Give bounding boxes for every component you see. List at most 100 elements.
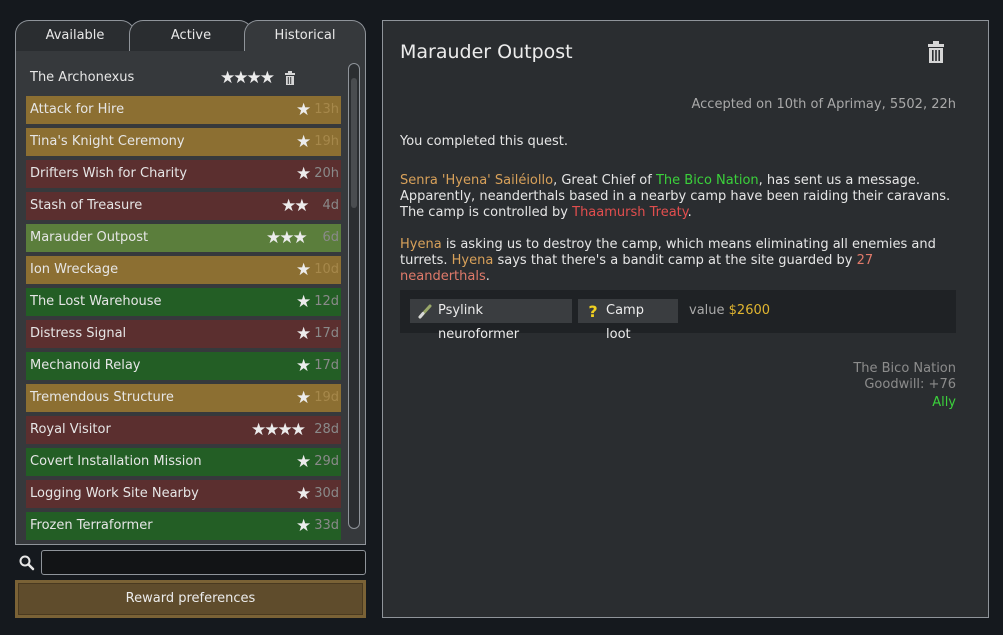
quest-name: Drifters Wish for Charity bbox=[30, 166, 188, 181]
search-input[interactable] bbox=[41, 550, 366, 575]
quest-row[interactable]: Marauder Outpost ★★★ 6d bbox=[26, 224, 341, 252]
tab-available[interactable]: Available bbox=[15, 20, 135, 52]
star-rating-icon: ★★ bbox=[281, 196, 310, 216]
star-rating-icon: ★★★★ bbox=[220, 68, 275, 88]
quest-name: The Archonexus bbox=[30, 70, 135, 85]
star-rating-icon: ★ bbox=[296, 260, 311, 280]
quest-description-1: Senra 'Hyena' Sailéiollo, Great Chief of… bbox=[400, 173, 960, 221]
quest-name: Attack for Hire bbox=[30, 102, 125, 117]
quest-row[interactable]: The Archonexus ★★★★ bbox=[26, 64, 341, 92]
quest-time: 13h bbox=[314, 102, 339, 117]
quest-row[interactable]: Mechanoid Relay ★ 17d bbox=[26, 352, 341, 380]
quest-time: 30d bbox=[314, 486, 339, 501]
quest-name: Logging Work Site Nearby bbox=[30, 486, 199, 501]
quest-list: The Archonexus ★★★★ Attack for Hire ★ 13h Tin… bbox=[26, 64, 341, 544]
quest-row[interactable]: Stash of Treasure ★★ 4d bbox=[26, 192, 341, 220]
quest-row[interactable]: Tremendous Structure ★ 19d bbox=[26, 384, 341, 412]
star-rating-icon: ★ bbox=[296, 292, 311, 312]
star-rating-icon: ★ bbox=[296, 356, 311, 376]
enemy-faction-name: Thaamursh Treaty bbox=[572, 205, 688, 220]
trash-icon[interactable] bbox=[926, 40, 946, 64]
quest-time: 6d bbox=[322, 230, 339, 245]
star-rating-icon: ★ bbox=[296, 164, 311, 184]
quest-time: 17d bbox=[314, 358, 339, 373]
quest-description-2: Hyena is asking us to destroy the camp, … bbox=[400, 237, 960, 285]
accepted-date: Accepted on 10th of Aprimay, 5502, 22h bbox=[691, 97, 956, 112]
reward-preferences-button[interactable]: Reward preferences bbox=[15, 580, 366, 618]
quest-row[interactable]: Frozen Terraformer ★ 33d bbox=[26, 512, 341, 540]
faction-goodwill: Goodwill: +76 bbox=[864, 377, 956, 392]
quest-name: Tremendous Structure bbox=[30, 390, 174, 405]
desc-text: . bbox=[485, 269, 490, 284]
desc-text: , Great Chief of bbox=[553, 173, 656, 188]
scrollbar-thumb[interactable] bbox=[351, 78, 357, 208]
quest-name: Mechanoid Relay bbox=[30, 358, 141, 373]
quest-row[interactable]: Logging Work Site Nearby ★ 30d bbox=[26, 480, 341, 508]
quest-row[interactable]: The Lost Warehouse ★ 12d bbox=[26, 288, 341, 316]
quest-row[interactable]: Drifters Wish for Charity ★ 20h bbox=[26, 160, 341, 188]
quest-title: Marauder Outpost bbox=[400, 41, 573, 63]
quest-giver-name: Senra 'Hyena' Sailéiollo bbox=[400, 173, 554, 188]
star-rating-icon: ★★★★ bbox=[251, 420, 306, 440]
quest-time: 28d bbox=[314, 422, 339, 437]
faction-name: The Bico Nation bbox=[853, 361, 956, 376]
quest-row[interactable]: Covert Installation Mission ★ 29d bbox=[26, 448, 341, 476]
quest-giver-nickname: Hyena bbox=[400, 237, 442, 252]
star-rating-icon: ★ bbox=[296, 388, 311, 408]
quest-time: 12d bbox=[314, 294, 339, 309]
quest-name: Stash of Treasure bbox=[30, 198, 143, 213]
quest-list-panel: The Archonexus ★★★★ Attack for Hire ★ 13h Tin… bbox=[15, 51, 366, 545]
quest-row[interactable]: Attack for Hire ★ 13h bbox=[26, 96, 341, 124]
quest-time: 29d bbox=[314, 454, 339, 469]
value-label: value bbox=[689, 303, 725, 318]
quest-row[interactable]: Ion Wreckage ★ 10d bbox=[26, 256, 341, 284]
star-rating-icon: ★ bbox=[296, 100, 311, 120]
star-rating-icon: ★ bbox=[296, 516, 311, 536]
reward-camp-loot[interactable]: ? Camp loot bbox=[578, 299, 678, 342]
psylink-icon bbox=[418, 304, 432, 319]
quest-row[interactable]: Tina's Knight Ceremony ★ 19h bbox=[26, 128, 341, 156]
quest-time: 20h bbox=[314, 166, 339, 181]
desc-text: . bbox=[687, 205, 692, 220]
quest-time: 17d bbox=[314, 326, 339, 341]
quest-name: Ion Wreckage bbox=[30, 262, 119, 277]
value-amount: $2600 bbox=[728, 303, 771, 318]
quest-name: Marauder Outpost bbox=[30, 230, 149, 245]
reward-value: value $2600 bbox=[689, 299, 770, 323]
trash-icon[interactable] bbox=[284, 71, 296, 85]
tab-active[interactable]: Active bbox=[129, 20, 253, 52]
quest-time: 33d bbox=[314, 518, 339, 533]
search-icon bbox=[19, 555, 35, 571]
star-rating-icon: ★★★ bbox=[266, 228, 308, 248]
desc-text: says that there's a bandit camp at the s… bbox=[493, 253, 857, 268]
quest-list-scrollbar[interactable] bbox=[348, 63, 360, 529]
quest-name: Distress Signal bbox=[30, 326, 127, 341]
star-rating-icon: ★ bbox=[296, 324, 311, 344]
svg-text:?: ? bbox=[588, 302, 597, 320]
quest-name: Covert Installation Mission bbox=[30, 454, 202, 469]
faction-link: The Bico Nation bbox=[655, 173, 759, 188]
reward-psylink-neuroformer[interactable]: Psylink neuroformer bbox=[410, 299, 572, 342]
quest-detail-panel: Marauder Outpost Accepted on 10th of Apr… bbox=[382, 20, 989, 618]
faction-relation: Ally bbox=[932, 395, 956, 410]
quest-time: 10d bbox=[314, 262, 339, 277]
star-rating-icon: ★ bbox=[296, 132, 311, 152]
rewards-box: Psylink neuroformer ? Camp loot value $2… bbox=[400, 290, 956, 342]
quest-time: 19h bbox=[314, 134, 339, 149]
reward-label: Psylink neuroformer bbox=[438, 303, 520, 342]
star-rating-icon: ★ bbox=[296, 484, 311, 504]
question-mark-icon: ? bbox=[588, 302, 597, 320]
quest-name: Frozen Terraformer bbox=[30, 518, 153, 533]
quest-time: 4d bbox=[322, 198, 339, 213]
quest-giver-nickname: Hyena bbox=[451, 253, 494, 268]
quest-row[interactable]: Royal Visitor ★★★★ 28d bbox=[26, 416, 341, 444]
completion-status: You completed this quest. bbox=[400, 134, 568, 149]
quest-name: The Lost Warehouse bbox=[30, 294, 162, 309]
quest-row[interactable]: Distress Signal ★ 17d bbox=[26, 320, 341, 348]
tab-historical[interactable]: Historical bbox=[244, 20, 366, 52]
quest-name: Tina's Knight Ceremony bbox=[30, 134, 185, 149]
quest-name: Royal Visitor bbox=[30, 422, 111, 437]
quest-time: 19d bbox=[314, 390, 339, 405]
reward-label: Camp loot bbox=[606, 303, 644, 342]
star-rating-icon: ★ bbox=[296, 452, 311, 472]
